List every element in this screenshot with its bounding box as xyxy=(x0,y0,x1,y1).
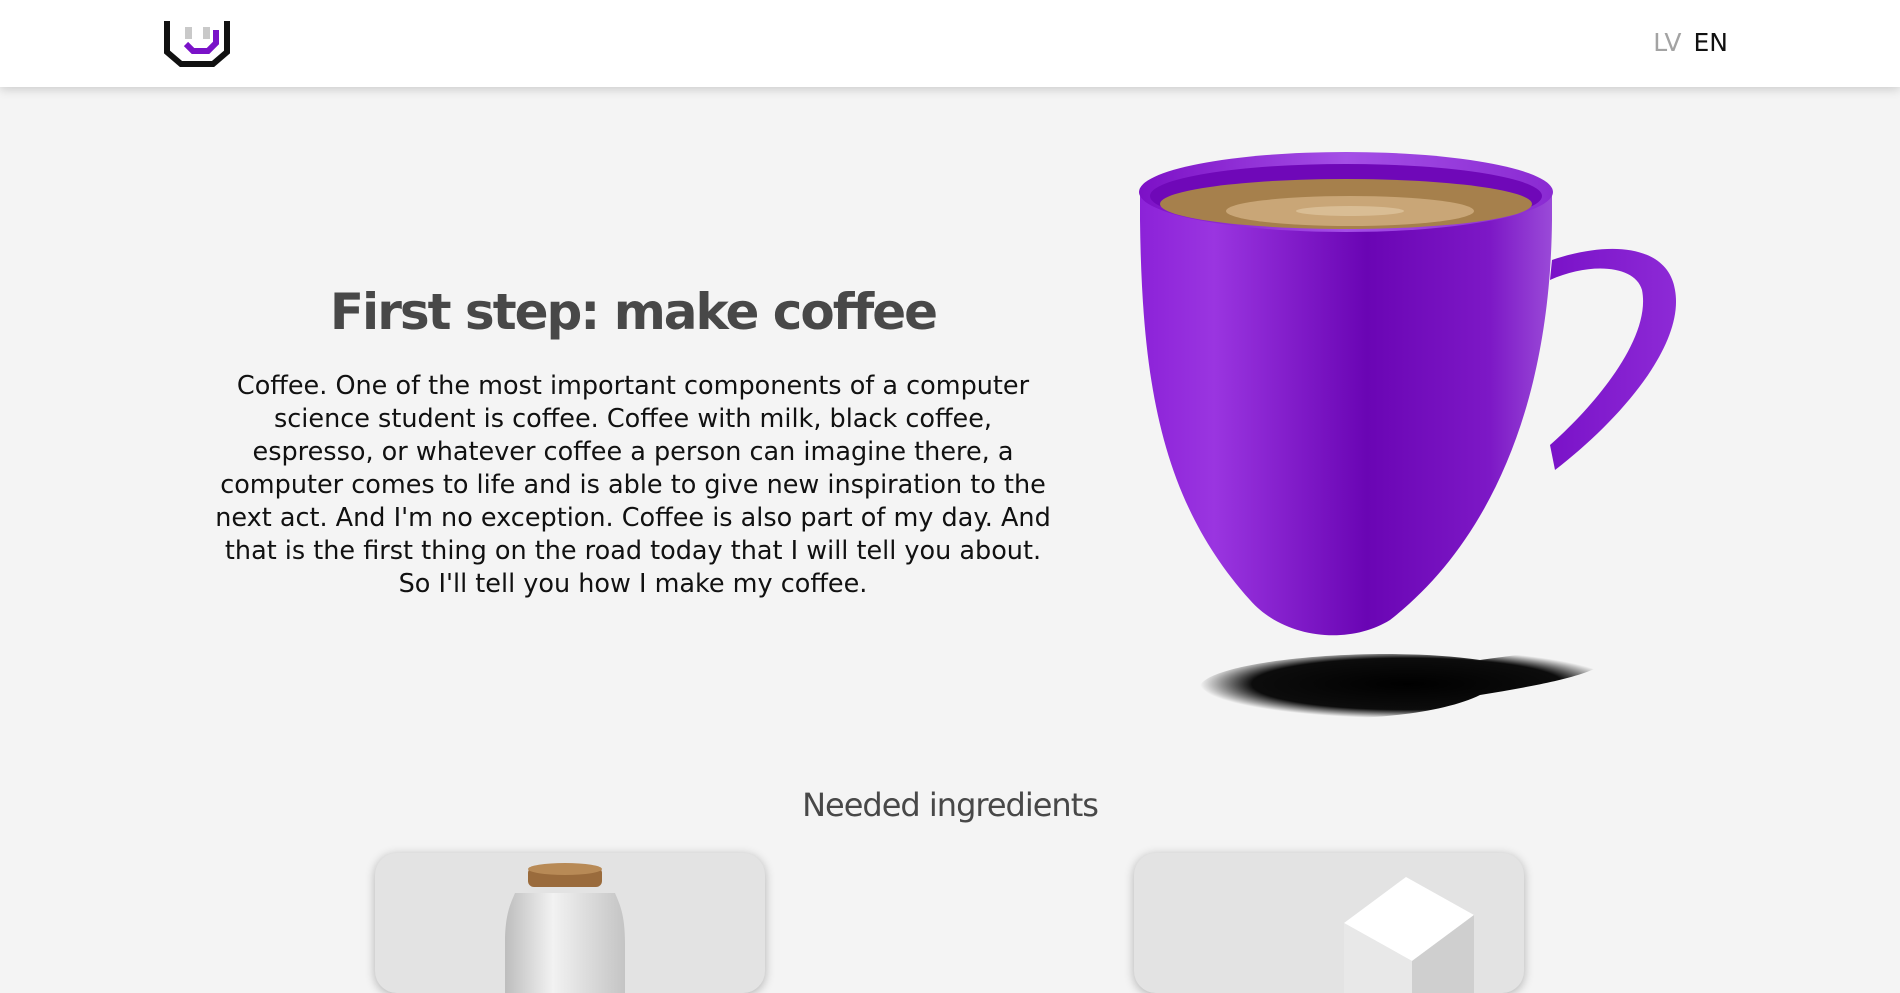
language-switcher: LV EN xyxy=(1653,28,1728,57)
language-en-link[interactable]: EN xyxy=(1694,28,1729,57)
milk-bottle-icon xyxy=(505,863,625,993)
sugar-cube-icon xyxy=(1344,877,1474,993)
ingredients-title: Needed ingredients xyxy=(802,786,1099,824)
ingredient-card-milk[interactable] xyxy=(375,853,765,993)
language-lv-link[interactable]: LV xyxy=(1653,28,1681,57)
hero-description: Coffee. One of the most important compon… xyxy=(215,371,1051,599)
purple-coffee-mug-icon xyxy=(1139,152,1677,719)
hero-title: First step: make coffee xyxy=(329,283,938,341)
ingredient-card-sugar[interactable] xyxy=(1134,853,1524,993)
u-bracket-logo-icon[interactable] xyxy=(164,18,230,68)
site-header: LV EN xyxy=(0,0,1900,87)
